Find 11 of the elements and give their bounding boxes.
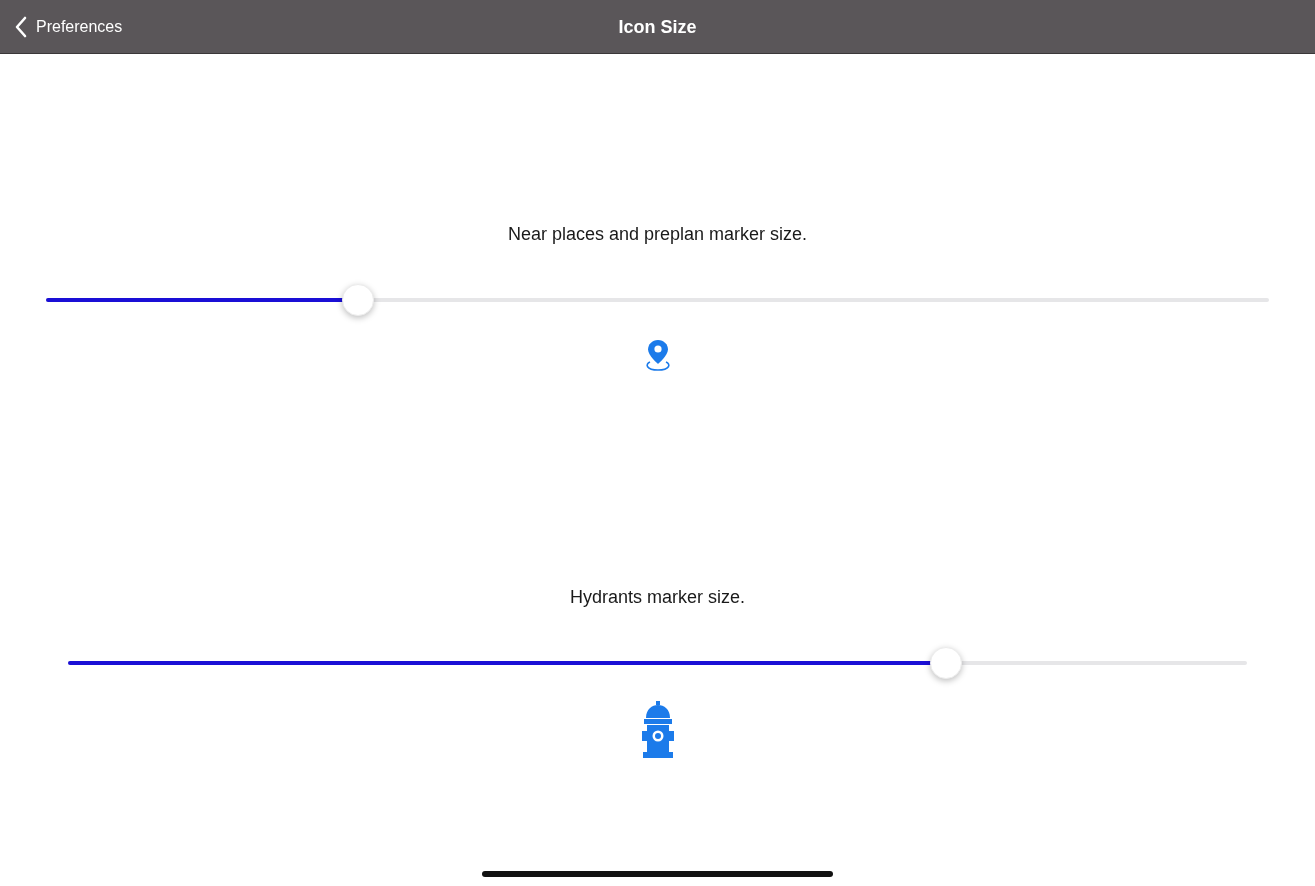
screen-title: Icon Size xyxy=(618,15,697,39)
size-slider[interactable] xyxy=(46,284,1269,316)
setting-label: Near places and preplan marker size. xyxy=(507,223,808,246)
map-pin-icon xyxy=(643,338,672,372)
fire-hydrant-icon xyxy=(640,701,675,759)
slider-thumb[interactable] xyxy=(930,647,963,679)
chevron-left-icon xyxy=(14,15,28,38)
size-slider[interactable] xyxy=(68,647,1247,679)
setting-label: Hydrants marker size. xyxy=(569,586,745,609)
slider-thumb[interactable] xyxy=(341,284,374,316)
back-button[interactable]: Preferences xyxy=(0,14,123,39)
